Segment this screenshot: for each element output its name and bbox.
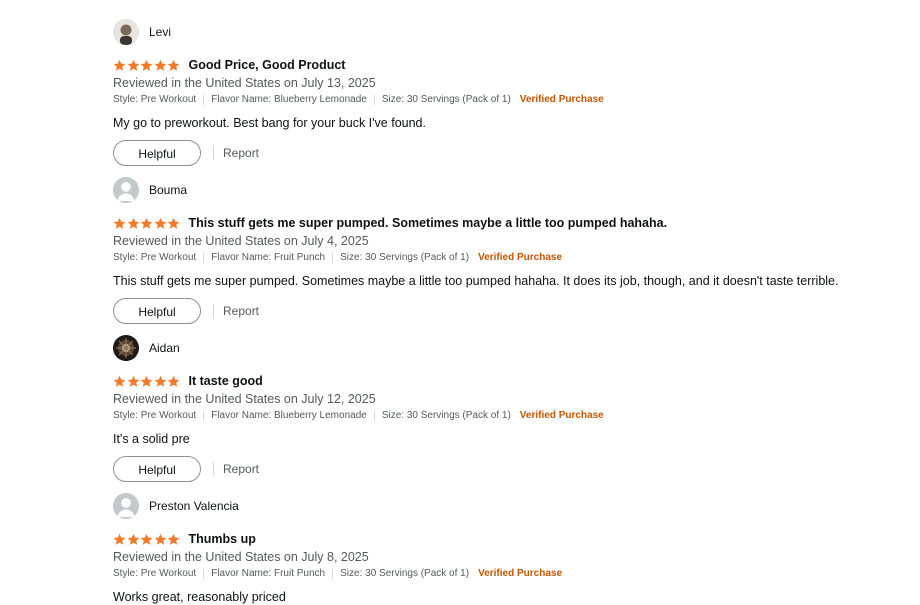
verified-purchase-badge[interactable]: Verified Purchase	[520, 92, 604, 108]
star-icon	[127, 59, 141, 72]
star-rating[interactable]	[113, 59, 181, 72]
divider	[332, 253, 334, 263]
style-label[interactable]: Style: Pre Workout	[113, 250, 196, 266]
divider	[203, 411, 205, 421]
verified-purchase-badge[interactable]: Verified Purchase	[520, 408, 604, 424]
verified-purchase-badge[interactable]: Verified Purchase	[478, 566, 562, 582]
review-date: Reviewed in the United States on July 12…	[113, 392, 376, 406]
divider	[203, 253, 205, 263]
review-body: Works great, reasonably priced	[113, 590, 286, 604]
star-icon	[127, 217, 141, 230]
star-icon	[154, 59, 168, 72]
star-icon	[167, 375, 181, 388]
style-label[interactable]: Style: Pre Workout	[113, 566, 196, 582]
report-link[interactable]: Report	[223, 146, 259, 160]
flavor-label[interactable]: Flavor Name: Fruit Punch	[211, 250, 325, 266]
flavor-label[interactable]: Flavor Name: Blueberry Lemonade	[211, 92, 367, 108]
review-title[interactable]: Thumbs up	[189, 532, 256, 546]
divider	[332, 569, 334, 579]
size-label[interactable]: Size: 30 Servings (Pack of 1)	[340, 566, 469, 582]
star-icon	[167, 217, 181, 230]
review-card: Levi Good Price, Good Product Reviewed i…	[113, 18, 893, 166]
verified-purchase-badge[interactable]: Verified Purchase	[478, 250, 562, 266]
helpful-button[interactable]: Helpful	[113, 298, 201, 324]
divider	[373, 411, 375, 421]
star-rating[interactable]	[113, 375, 181, 388]
review-date: Reviewed in the United States on July 4,…	[113, 234, 369, 248]
flavor-label[interactable]: Flavor Name: Fruit Punch	[211, 566, 325, 582]
star-icon	[127, 375, 141, 388]
star-icon	[167, 59, 181, 72]
divider	[373, 95, 375, 105]
review-title[interactable]: It taste good	[189, 374, 263, 388]
star-icon	[127, 533, 141, 546]
review-card: Aidan It taste good Reviewed in the Unit…	[113, 334, 893, 482]
star-icon	[140, 59, 154, 72]
star-icon	[167, 533, 181, 546]
default-user-avatar[interactable]	[113, 177, 139, 203]
reviewer-profile[interactable]: Aidan	[113, 334, 893, 362]
reviewer-name[interactable]: Aidan	[149, 341, 180, 355]
review-title[interactable]: Good Price, Good Product	[189, 58, 346, 72]
report-link[interactable]: Report	[223, 462, 259, 476]
star-icon	[154, 533, 168, 546]
star-icon	[154, 217, 168, 230]
user-photo-avatar[interactable]	[113, 335, 139, 361]
review-card: Preston Valencia Thumbs up Reviewed in t…	[113, 492, 893, 605]
review-date: Reviewed in the United States on July 8,…	[113, 550, 369, 564]
star-icon	[113, 59, 127, 72]
style-label[interactable]: Style: Pre Workout	[113, 408, 196, 424]
review-body: My go to preworkout. Best bang for your …	[113, 116, 426, 130]
review-meta: Style: Pre Workout Flavor Name: Fruit Pu…	[113, 566, 893, 582]
review-body: This stuff gets me super pumped. Sometim…	[113, 274, 839, 288]
review-title[interactable]: This stuff gets me super pumped. Sometim…	[189, 216, 668, 230]
user-photo-avatar[interactable]	[113, 19, 139, 45]
divider	[203, 95, 205, 105]
review-card: Bouma This stuff gets me super pumped. S…	[113, 176, 893, 324]
reviewer-name[interactable]: Levi	[149, 25, 171, 39]
report-link[interactable]: Report	[223, 304, 259, 318]
star-icon	[113, 533, 127, 546]
star-icon	[154, 375, 168, 388]
star-icon	[140, 217, 154, 230]
size-label[interactable]: Size: 30 Servings (Pack of 1)	[382, 92, 511, 108]
divider	[203, 569, 205, 579]
review-meta: Style: Pre Workout Flavor Name: Blueberr…	[113, 408, 893, 424]
reviewer-profile[interactable]: Preston Valencia	[113, 492, 893, 520]
size-label[interactable]: Size: 30 Servings (Pack of 1)	[382, 408, 511, 424]
size-label[interactable]: Size: 30 Servings (Pack of 1)	[340, 250, 469, 266]
star-icon	[140, 375, 154, 388]
star-icon	[113, 217, 127, 230]
reviewer-name[interactable]: Preston Valencia	[149, 499, 239, 513]
review-body: It's a solid pre	[113, 432, 190, 446]
reviewer-name[interactable]: Bouma	[149, 183, 187, 197]
review-meta: Style: Pre Workout Flavor Name: Fruit Pu…	[113, 250, 893, 266]
flavor-label[interactable]: Flavor Name: Blueberry Lemonade	[211, 408, 367, 424]
star-rating[interactable]	[113, 217, 181, 230]
star-icon	[113, 375, 127, 388]
reviewer-profile[interactable]: Levi	[113, 18, 893, 46]
divider	[213, 462, 214, 476]
reviewer-profile[interactable]: Bouma	[113, 176, 893, 204]
star-icon	[140, 533, 154, 546]
star-rating[interactable]	[113, 533, 181, 546]
review-meta: Style: Pre Workout Flavor Name: Blueberr…	[113, 92, 893, 108]
helpful-button[interactable]: Helpful	[113, 456, 201, 482]
review-date: Reviewed in the United States on July 13…	[113, 76, 376, 90]
divider	[213, 146, 214, 160]
default-user-avatar[interactable]	[113, 493, 139, 519]
divider	[213, 304, 214, 318]
style-label[interactable]: Style: Pre Workout	[113, 92, 196, 108]
helpful-button[interactable]: Helpful	[113, 140, 201, 166]
